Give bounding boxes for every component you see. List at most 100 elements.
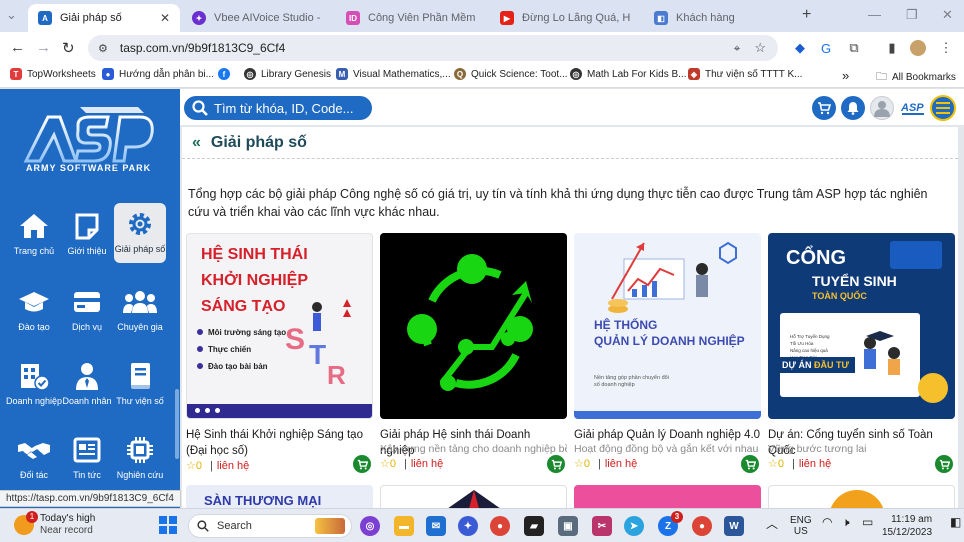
- bookmark-item[interactable]: T TopWorksheets: [10, 68, 96, 80]
- browser-tab[interactable]: ▶ Đừng Lo Lắng Quá, Hãy: [490, 4, 640, 32]
- sidebar-item-entrepreneurs[interactable]: Doanh nhân: [61, 355, 113, 415]
- search-box[interactable]: [184, 96, 372, 120]
- asp-mini-logo[interactable]: ASP: [900, 99, 926, 117]
- card-image-business-ecosystem[interactable]: [380, 233, 567, 419]
- solution-card[interactable]: HỆ SINH THÁI KHỞI NGHIỆP SÁNG TẠO Môi tr…: [186, 233, 373, 473]
- mail-icon[interactable]: ✉: [426, 516, 446, 536]
- bookmark-item[interactable]: f: [218, 68, 235, 80]
- reload-icon[interactable]: ↻: [62, 39, 75, 57]
- volume-mute-icon[interactable]: 🕨: [842, 515, 850, 530]
- sidebar-item-training[interactable]: Đào tạo: [8, 281, 60, 341]
- zalo-icon[interactable]: Z 3: [658, 511, 683, 536]
- search-input[interactable]: [214, 100, 364, 116]
- taskbar-search-input[interactable]: [217, 520, 327, 532]
- extensions-icon[interactable]: ⧉: [846, 40, 862, 56]
- word-icon[interactable]: W: [724, 516, 744, 536]
- tray-overflow-icon[interactable]: ︿: [766, 515, 778, 532]
- sidebar-item-research[interactable]: Nghiên cứu: [114, 429, 166, 489]
- solution-card-partial[interactable]: [768, 485, 955, 508]
- sidebar-item-home[interactable]: Trang chủ: [8, 205, 60, 265]
- back-chevron-icon[interactable]: «: [192, 134, 201, 152]
- contact-link[interactable]: liên hệ: [217, 460, 249, 472]
- bookmark-item[interactable]: M Visual Mathematics,...: [336, 68, 451, 80]
- bookmark-item[interactable]: Q Quick Science: Toot...: [454, 68, 568, 80]
- chrome-icon[interactable]: ●: [490, 516, 510, 536]
- add-to-cart-button[interactable]: [353, 455, 371, 473]
- add-to-cart-button[interactable]: [547, 455, 565, 473]
- solution-card-partial[interactable]: SÀN THƯƠNG MẠI: [186, 485, 373, 508]
- windows-start-icon[interactable]: [158, 515, 178, 535]
- wifi-icon[interactable]: ◠: [822, 515, 832, 529]
- sidebar-item-experts[interactable]: Chuyên gia: [114, 281, 166, 341]
- bookmark-item[interactable]: ◎ Library Genesis: [244, 68, 331, 80]
- extension-diamond-icon[interactable]: ◆: [792, 40, 808, 56]
- solution-card-partial[interactable]: [574, 485, 761, 508]
- bookmarks-overflow-icon[interactable]: »: [842, 68, 849, 83]
- cart-button[interactable]: [812, 96, 836, 120]
- side-panel-icon[interactable]: ▮: [884, 40, 900, 56]
- sidebar-item-digital-library[interactable]: Thư viện số: [114, 355, 166, 415]
- language-indicator[interactable]: ENG US: [790, 515, 812, 537]
- solution-card[interactable]: HỆ THỐNG QUẢN LÝ DOANH NGHIỆP Nền tảng g…: [574, 233, 761, 473]
- browser-tab[interactable]: ID Công Viên Phần Mềm Q: [336, 4, 486, 32]
- photos-icon[interactable]: ▣: [558, 516, 578, 536]
- sidebar-item-partners[interactable]: Đối tác: [8, 429, 60, 489]
- location-icon[interactable]: ⌖: [734, 41, 741, 56]
- restore-icon[interactable]: ❐: [906, 7, 918, 23]
- back-icon[interactable]: ←: [10, 39, 25, 56]
- solution-card-partial[interactable]: [380, 485, 567, 508]
- user-avatar[interactable]: [870, 96, 894, 120]
- solution-card[interactable]: Giải pháp Hệ sinh thái Doanh nghiệp Xây …: [380, 233, 567, 473]
- sticky-notes-icon[interactable]: ▰: [524, 516, 544, 536]
- copilot-icon[interactable]: ◎: [360, 516, 380, 536]
- translate-icon[interactable]: G: [818, 40, 834, 56]
- close-tab-icon[interactable]: ✕: [154, 11, 170, 25]
- sidebar-item-services[interactable]: Dịch vụ: [61, 281, 113, 341]
- browser-tab[interactable]: ◧ Khách hàng: [644, 4, 794, 32]
- file-explorer-icon[interactable]: ▬: [394, 516, 414, 536]
- add-to-cart-button[interactable]: [741, 455, 759, 473]
- all-bookmarks-button[interactable]: 🗀 All Bookmarks: [876, 68, 956, 87]
- contact-link[interactable]: liên hệ: [411, 458, 443, 470]
- close-window-icon[interactable]: ✕: [942, 7, 953, 23]
- menu-icon[interactable]: ⋮: [938, 40, 954, 56]
- profile-avatar[interactable]: [910, 40, 926, 56]
- tab-search-icon[interactable]: ⌄: [6, 7, 17, 23]
- sidebar-item-about[interactable]: Giới thiệu: [61, 205, 113, 265]
- snipping-tool-icon[interactable]: ✂: [592, 516, 612, 536]
- notifications-icon[interactable]: ◧: [950, 515, 961, 529]
- sidebar-scrollbar[interactable]: [175, 389, 179, 459]
- minimize-icon[interactable]: —: [868, 7, 881, 22]
- chrome-profile-icon[interactable]: ●: [692, 516, 712, 536]
- card-title[interactable]: Hệ Sinh thái Khởi nghiệp Sáng tạo (Đại h…: [186, 427, 373, 459]
- browser-tab-active[interactable]: A Giải pháp số ✕: [28, 4, 180, 32]
- battery-icon[interactable]: ▭: [862, 515, 873, 529]
- new-tab-icon[interactable]: +: [802, 6, 811, 24]
- taskbar-search[interactable]: [188, 514, 352, 538]
- telegram-icon[interactable]: ➤: [624, 516, 644, 536]
- notification-button[interactable]: [841, 96, 865, 120]
- sidebar-item-businesses[interactable]: Doanh nghiệp: [6, 355, 62, 415]
- browser-tab[interactable]: ✦ Vbee AIVoice Studio - Cô: [182, 4, 332, 32]
- card-image-ecosystem[interactable]: HỆ SINH THÁI KHỞI NGHIỆP SÁNG TẠO Môi tr…: [186, 233, 373, 419]
- contact-link[interactable]: liên hệ: [799, 458, 831, 470]
- menu-toggle-button[interactable]: [930, 95, 956, 121]
- bookmark-item[interactable]: ◈ Thư viện số TTTT K...: [688, 68, 802, 80]
- asp-logo[interactable]: [20, 101, 160, 191]
- store-icon[interactable]: ✦: [458, 516, 478, 536]
- sidebar-item-digital-solutions[interactable]: Giải pháp số: [114, 203, 166, 263]
- solution-card[interactable]: CỔNG TUYỂN SINH TOÀN QUỐC Hỗ Trợ Tuyển D…: [768, 233, 955, 473]
- system-clock[interactable]: 11:19 am 15/12/2023: [882, 513, 932, 539]
- card-image-admissions-portal[interactable]: CỔNG TUYỂN SINH TOÀN QUỐC Hỗ Trợ Tuyển D…: [768, 233, 955, 419]
- bookmark-item[interactable]: ● Hướng dẫn phân bi...: [102, 68, 214, 80]
- contact-link[interactable]: liên hệ: [605, 458, 637, 470]
- sidebar-item-news[interactable]: Tin tức: [61, 429, 113, 489]
- site-info-icon[interactable]: ⚙: [98, 42, 108, 55]
- bookmark-star-icon[interactable]: ☆: [754, 40, 766, 56]
- address-bar[interactable]: ⚙ tasp.com.vn/9b9f1813C9_6Cf4 ⌖ ☆: [88, 35, 778, 61]
- bookmark-item[interactable]: ◎ Math Lab For Kids B...: [570, 68, 687, 80]
- weather-widget[interactable]: 1 Today's high Near record: [14, 511, 95, 537]
- add-to-cart-button[interactable]: [935, 455, 953, 473]
- forward-icon[interactable]: →: [36, 39, 51, 56]
- card-image-business-management[interactable]: HỆ THỐNG QUẢN LÝ DOANH NGHIỆP Nền tảng g…: [574, 233, 761, 419]
